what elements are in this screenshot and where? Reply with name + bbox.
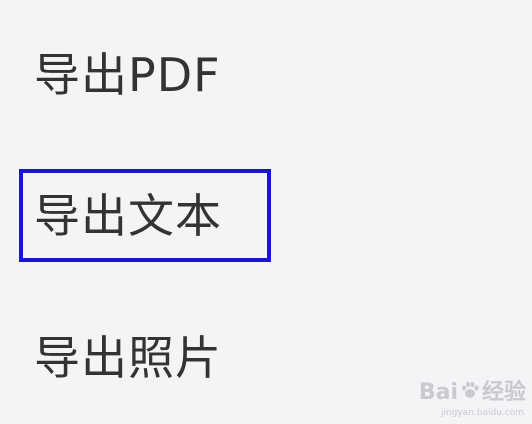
menu-item-export-text[interactable]: 导出文本 — [34, 183, 222, 249]
export-menu: 导出PDF 导出文本 导出照片 — [0, 0, 532, 424]
menu-item-export-pdf[interactable]: 导出PDF — [34, 42, 221, 108]
menu-item-export-photo[interactable]: 导出照片 — [34, 325, 222, 391]
